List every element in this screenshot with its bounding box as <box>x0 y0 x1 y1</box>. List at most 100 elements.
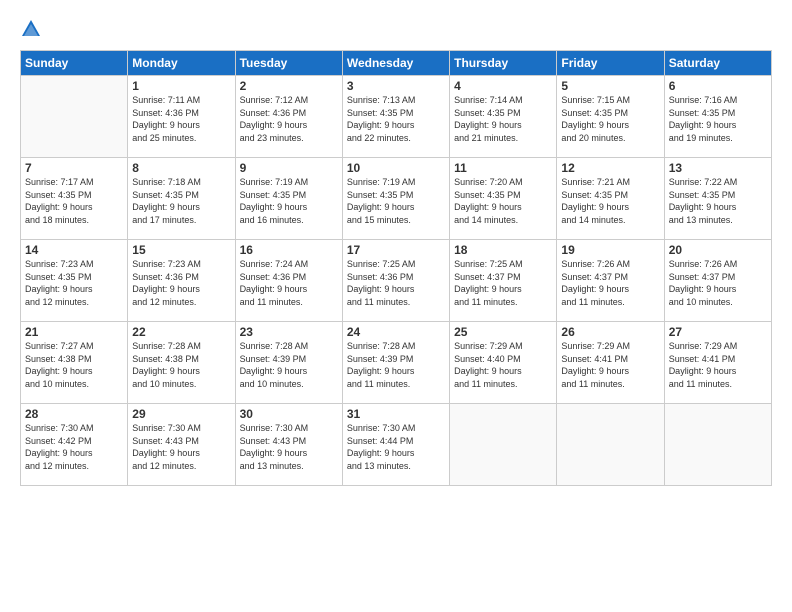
weekday-header-saturday: Saturday <box>664 51 771 76</box>
day-info: Sunrise: 7:12 AM Sunset: 4:36 PM Dayligh… <box>240 94 338 144</box>
day-cell: 14Sunrise: 7:23 AM Sunset: 4:35 PM Dayli… <box>21 240 128 322</box>
day-info: Sunrise: 7:19 AM Sunset: 4:35 PM Dayligh… <box>240 176 338 226</box>
day-info: Sunrise: 7:29 AM Sunset: 4:41 PM Dayligh… <box>669 340 767 390</box>
day-number: 2 <box>240 79 338 93</box>
day-number: 7 <box>25 161 123 175</box>
day-info: Sunrise: 7:29 AM Sunset: 4:40 PM Dayligh… <box>454 340 552 390</box>
day-cell <box>21 76 128 158</box>
day-number: 26 <box>561 325 659 339</box>
day-info: Sunrise: 7:19 AM Sunset: 4:35 PM Dayligh… <box>347 176 445 226</box>
day-cell: 11Sunrise: 7:20 AM Sunset: 4:35 PM Dayli… <box>450 158 557 240</box>
day-number: 19 <box>561 243 659 257</box>
day-number: 9 <box>240 161 338 175</box>
weekday-header-sunday: Sunday <box>21 51 128 76</box>
day-cell: 3Sunrise: 7:13 AM Sunset: 4:35 PM Daylig… <box>342 76 449 158</box>
day-info: Sunrise: 7:28 AM Sunset: 4:38 PM Dayligh… <box>132 340 230 390</box>
day-info: Sunrise: 7:16 AM Sunset: 4:35 PM Dayligh… <box>669 94 767 144</box>
day-info: Sunrise: 7:22 AM Sunset: 4:35 PM Dayligh… <box>669 176 767 226</box>
day-number: 10 <box>347 161 445 175</box>
day-number: 28 <box>25 407 123 421</box>
day-number: 25 <box>454 325 552 339</box>
day-number: 13 <box>669 161 767 175</box>
week-row-2: 14Sunrise: 7:23 AM Sunset: 4:35 PM Dayli… <box>21 240 772 322</box>
day-number: 23 <box>240 325 338 339</box>
day-info: Sunrise: 7:29 AM Sunset: 4:41 PM Dayligh… <box>561 340 659 390</box>
day-cell: 20Sunrise: 7:26 AM Sunset: 4:37 PM Dayli… <box>664 240 771 322</box>
day-cell: 12Sunrise: 7:21 AM Sunset: 4:35 PM Dayli… <box>557 158 664 240</box>
weekday-header-monday: Monday <box>128 51 235 76</box>
day-info: Sunrise: 7:25 AM Sunset: 4:36 PM Dayligh… <box>347 258 445 308</box>
day-info: Sunrise: 7:13 AM Sunset: 4:35 PM Dayligh… <box>347 94 445 144</box>
day-info: Sunrise: 7:15 AM Sunset: 4:35 PM Dayligh… <box>561 94 659 144</box>
day-number: 6 <box>669 79 767 93</box>
day-cell: 16Sunrise: 7:24 AM Sunset: 4:36 PM Dayli… <box>235 240 342 322</box>
logo <box>20 16 44 40</box>
day-cell: 7Sunrise: 7:17 AM Sunset: 4:35 PM Daylig… <box>21 158 128 240</box>
day-cell: 19Sunrise: 7:26 AM Sunset: 4:37 PM Dayli… <box>557 240 664 322</box>
day-info: Sunrise: 7:30 AM Sunset: 4:43 PM Dayligh… <box>132 422 230 472</box>
day-number: 14 <box>25 243 123 257</box>
day-info: Sunrise: 7:14 AM Sunset: 4:35 PM Dayligh… <box>454 94 552 144</box>
day-cell <box>450 404 557 486</box>
day-number: 4 <box>454 79 552 93</box>
week-row-0: 1Sunrise: 7:11 AM Sunset: 4:36 PM Daylig… <box>21 76 772 158</box>
day-cell: 17Sunrise: 7:25 AM Sunset: 4:36 PM Dayli… <box>342 240 449 322</box>
day-info: Sunrise: 7:17 AM Sunset: 4:35 PM Dayligh… <box>25 176 123 226</box>
day-info: Sunrise: 7:21 AM Sunset: 4:35 PM Dayligh… <box>561 176 659 226</box>
day-number: 1 <box>132 79 230 93</box>
weekday-header-thursday: Thursday <box>450 51 557 76</box>
day-cell: 30Sunrise: 7:30 AM Sunset: 4:43 PM Dayli… <box>235 404 342 486</box>
day-info: Sunrise: 7:28 AM Sunset: 4:39 PM Dayligh… <box>347 340 445 390</box>
day-cell: 29Sunrise: 7:30 AM Sunset: 4:43 PM Dayli… <box>128 404 235 486</box>
day-cell: 23Sunrise: 7:28 AM Sunset: 4:39 PM Dayli… <box>235 322 342 404</box>
day-cell: 24Sunrise: 7:28 AM Sunset: 4:39 PM Dayli… <box>342 322 449 404</box>
day-info: Sunrise: 7:20 AM Sunset: 4:35 PM Dayligh… <box>454 176 552 226</box>
day-info: Sunrise: 7:23 AM Sunset: 4:35 PM Dayligh… <box>25 258 123 308</box>
day-number: 12 <box>561 161 659 175</box>
day-cell: 13Sunrise: 7:22 AM Sunset: 4:35 PM Dayli… <box>664 158 771 240</box>
day-info: Sunrise: 7:30 AM Sunset: 4:43 PM Dayligh… <box>240 422 338 472</box>
day-number: 27 <box>669 325 767 339</box>
day-info: Sunrise: 7:26 AM Sunset: 4:37 PM Dayligh… <box>669 258 767 308</box>
page: SundayMondayTuesdayWednesdayThursdayFrid… <box>0 0 792 612</box>
day-cell: 10Sunrise: 7:19 AM Sunset: 4:35 PM Dayli… <box>342 158 449 240</box>
day-number: 21 <box>25 325 123 339</box>
day-cell: 6Sunrise: 7:16 AM Sunset: 4:35 PM Daylig… <box>664 76 771 158</box>
weekday-header-wednesday: Wednesday <box>342 51 449 76</box>
day-number: 18 <box>454 243 552 257</box>
day-number: 5 <box>561 79 659 93</box>
week-row-1: 7Sunrise: 7:17 AM Sunset: 4:35 PM Daylig… <box>21 158 772 240</box>
day-cell: 5Sunrise: 7:15 AM Sunset: 4:35 PM Daylig… <box>557 76 664 158</box>
weekday-header-friday: Friday <box>557 51 664 76</box>
day-cell: 4Sunrise: 7:14 AM Sunset: 4:35 PM Daylig… <box>450 76 557 158</box>
day-cell: 31Sunrise: 7:30 AM Sunset: 4:44 PM Dayli… <box>342 404 449 486</box>
day-info: Sunrise: 7:27 AM Sunset: 4:38 PM Dayligh… <box>25 340 123 390</box>
day-info: Sunrise: 7:11 AM Sunset: 4:36 PM Dayligh… <box>132 94 230 144</box>
week-row-3: 21Sunrise: 7:27 AM Sunset: 4:38 PM Dayli… <box>21 322 772 404</box>
day-cell: 15Sunrise: 7:23 AM Sunset: 4:36 PM Dayli… <box>128 240 235 322</box>
day-cell: 2Sunrise: 7:12 AM Sunset: 4:36 PM Daylig… <box>235 76 342 158</box>
day-number: 16 <box>240 243 338 257</box>
day-cell: 25Sunrise: 7:29 AM Sunset: 4:40 PM Dayli… <box>450 322 557 404</box>
day-info: Sunrise: 7:30 AM Sunset: 4:42 PM Dayligh… <box>25 422 123 472</box>
day-info: Sunrise: 7:23 AM Sunset: 4:36 PM Dayligh… <box>132 258 230 308</box>
logo-icon <box>20 18 42 40</box>
day-cell <box>557 404 664 486</box>
day-number: 17 <box>347 243 445 257</box>
day-info: Sunrise: 7:18 AM Sunset: 4:35 PM Dayligh… <box>132 176 230 226</box>
header <box>20 16 772 40</box>
day-cell: 26Sunrise: 7:29 AM Sunset: 4:41 PM Dayli… <box>557 322 664 404</box>
day-cell: 9Sunrise: 7:19 AM Sunset: 4:35 PM Daylig… <box>235 158 342 240</box>
day-number: 11 <box>454 161 552 175</box>
day-info: Sunrise: 7:26 AM Sunset: 4:37 PM Dayligh… <box>561 258 659 308</box>
week-row-4: 28Sunrise: 7:30 AM Sunset: 4:42 PM Dayli… <box>21 404 772 486</box>
day-info: Sunrise: 7:25 AM Sunset: 4:37 PM Dayligh… <box>454 258 552 308</box>
calendar-table: SundayMondayTuesdayWednesdayThursdayFrid… <box>20 50 772 486</box>
day-cell: 18Sunrise: 7:25 AM Sunset: 4:37 PM Dayli… <box>450 240 557 322</box>
day-number: 20 <box>669 243 767 257</box>
day-number: 22 <box>132 325 230 339</box>
day-number: 3 <box>347 79 445 93</box>
weekday-header-row: SundayMondayTuesdayWednesdayThursdayFrid… <box>21 51 772 76</box>
day-cell: 28Sunrise: 7:30 AM Sunset: 4:42 PM Dayli… <box>21 404 128 486</box>
day-cell: 21Sunrise: 7:27 AM Sunset: 4:38 PM Dayli… <box>21 322 128 404</box>
